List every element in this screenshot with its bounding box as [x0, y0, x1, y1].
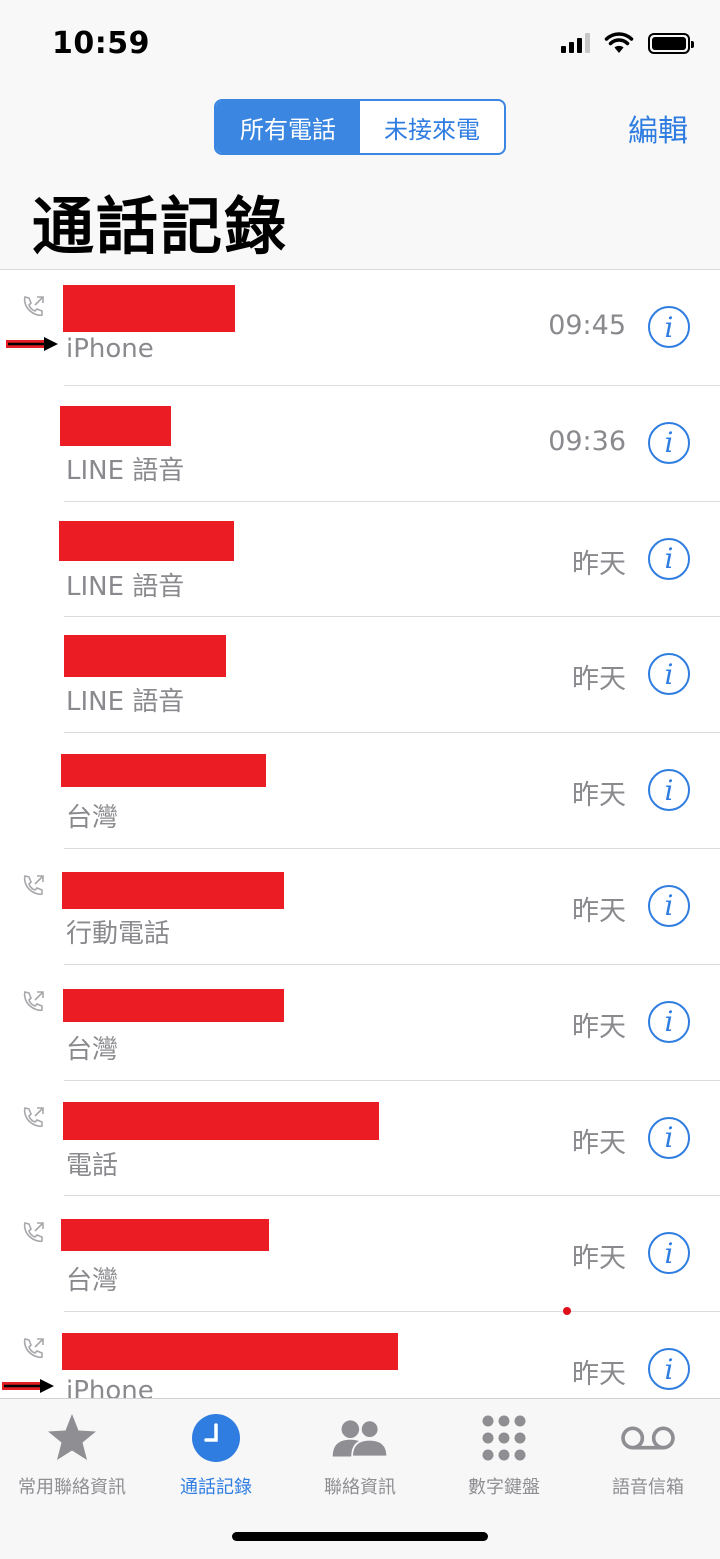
call-row[interactable]: iPhone 昨天 i: [0, 1312, 720, 1398]
red-arrow-annotation: [6, 337, 58, 351]
redacted-contact-name: [61, 754, 266, 788]
call-time: 09:45: [548, 310, 626, 341]
tab-label: 語音信箱: [612, 1477, 684, 1498]
redacted-contact-name: [59, 520, 234, 561]
outgoing-call-icon: [23, 296, 44, 317]
tab-voicemail[interactable]: 語音信箱: [576, 1399, 720, 1559]
segment-all-calls[interactable]: 所有電話: [216, 101, 360, 153]
outgoing-call-icon: [23, 875, 44, 896]
call-time: 昨天: [572, 1011, 626, 1043]
call-row[interactable]: 電話 昨天 i: [0, 1081, 720, 1197]
call-type-label: LINE 語音: [66, 687, 185, 718]
outgoing-call-icon: [23, 1106, 44, 1127]
call-row[interactable]: iPhone 09:45 i: [0, 270, 720, 386]
call-row[interactable]: 台灣 昨天 i: [0, 965, 720, 1081]
redacted-contact-name: [63, 1101, 379, 1140]
edit-button[interactable]: 編輯: [628, 106, 688, 150]
voicemail-icon: [619, 1409, 677, 1467]
call-type-label: 台灣: [66, 803, 119, 834]
tab-label: 聯絡資訊: [324, 1477, 396, 1498]
call-row[interactable]: LINE 語音 昨天 i: [0, 502, 720, 618]
keypad-icon: [475, 1409, 533, 1467]
call-time: 09:36: [548, 425, 626, 457]
status-time: 10:59: [52, 26, 150, 61]
redacted-contact-name: [64, 635, 226, 678]
call-time: 昨天: [572, 1127, 626, 1159]
call-time: 昨天: [572, 895, 626, 927]
info-button[interactable]: i: [648, 1116, 690, 1159]
battery-icon: [648, 32, 694, 54]
redacted-contact-name: [63, 285, 235, 332]
redacted-contact-name: [63, 988, 284, 1022]
call-filter-segmented-control: 所有電話 未接來電: [214, 99, 506, 155]
clock-icon: [187, 1409, 245, 1467]
wifi-icon: [604, 32, 634, 53]
tab-favorites[interactable]: 常用聯絡資訊: [0, 1399, 144, 1559]
info-button[interactable]: i: [648, 306, 690, 348]
red-arrow-annotation: [2, 1379, 54, 1394]
info-button[interactable]: i: [648, 1000, 690, 1043]
cellular-signal-icon: [561, 33, 590, 53]
call-type-label: LINE 語音: [66, 455, 185, 486]
call-time: 昨天: [572, 780, 626, 812]
info-button[interactable]: i: [648, 653, 690, 696]
star-icon: [43, 1409, 101, 1467]
status-icons: [561, 32, 694, 54]
call-type-label: iPhone: [66, 1376, 154, 1398]
recent-calls-list: iPhone 09:45 i LINE 語音 09:36 i LINE 語音 昨…: [0, 270, 720, 1398]
call-time: 昨天: [572, 664, 626, 696]
home-indicator[interactable]: [232, 1532, 488, 1541]
call-type-label: LINE 語音: [66, 571, 185, 602]
tab-label: 常用聯絡資訊: [18, 1477, 126, 1498]
call-row[interactable]: LINE 語音 09:36 i: [0, 386, 720, 502]
info-button[interactable]: i: [648, 769, 690, 812]
tab-label: 數字鍵盤: [468, 1477, 540, 1498]
call-row[interactable]: 行動電話 昨天 i: [0, 849, 720, 965]
call-type-label: 台灣: [66, 1266, 119, 1297]
redacted-contact-name: [61, 1219, 269, 1252]
outgoing-call-icon: [23, 1338, 44, 1359]
info-button[interactable]: i: [648, 1348, 690, 1391]
navigation-header: 10:59 所有電話 未接來電 編輯 通話記錄: [0, 0, 720, 270]
contacts-icon: [331, 1409, 389, 1467]
call-type-label: 電話: [66, 1150, 119, 1181]
call-row[interactable]: 台灣 昨天 i: [0, 733, 720, 849]
outgoing-call-icon: [23, 1222, 44, 1243]
info-button[interactable]: i: [648, 537, 690, 580]
red-dot-mark: [563, 1307, 571, 1315]
redacted-contact-name: [62, 871, 284, 909]
info-button[interactable]: i: [648, 884, 690, 927]
call-type-label: 行動電話: [66, 918, 171, 949]
info-button[interactable]: i: [648, 1232, 690, 1275]
call-time: 昨天: [572, 548, 626, 580]
call-time: 昨天: [572, 1359, 626, 1391]
call-row[interactable]: 台灣 昨天 i: [0, 1196, 720, 1312]
outgoing-call-icon: [23, 990, 44, 1011]
call-type-label: 台灣: [66, 1034, 119, 1065]
call-type-label: iPhone: [66, 334, 154, 364]
call-time: 昨天: [572, 1243, 626, 1275]
tab-label: 通話記錄: [180, 1477, 252, 1498]
call-row[interactable]: LINE 語音 昨天 i: [0, 617, 720, 733]
info-button[interactable]: i: [648, 421, 690, 464]
page-title: 通話記錄: [32, 190, 289, 263]
redacted-contact-name: [60, 405, 171, 446]
redacted-contact-name: [62, 1333, 398, 1371]
segment-missed-calls[interactable]: 未接來電: [360, 101, 504, 153]
